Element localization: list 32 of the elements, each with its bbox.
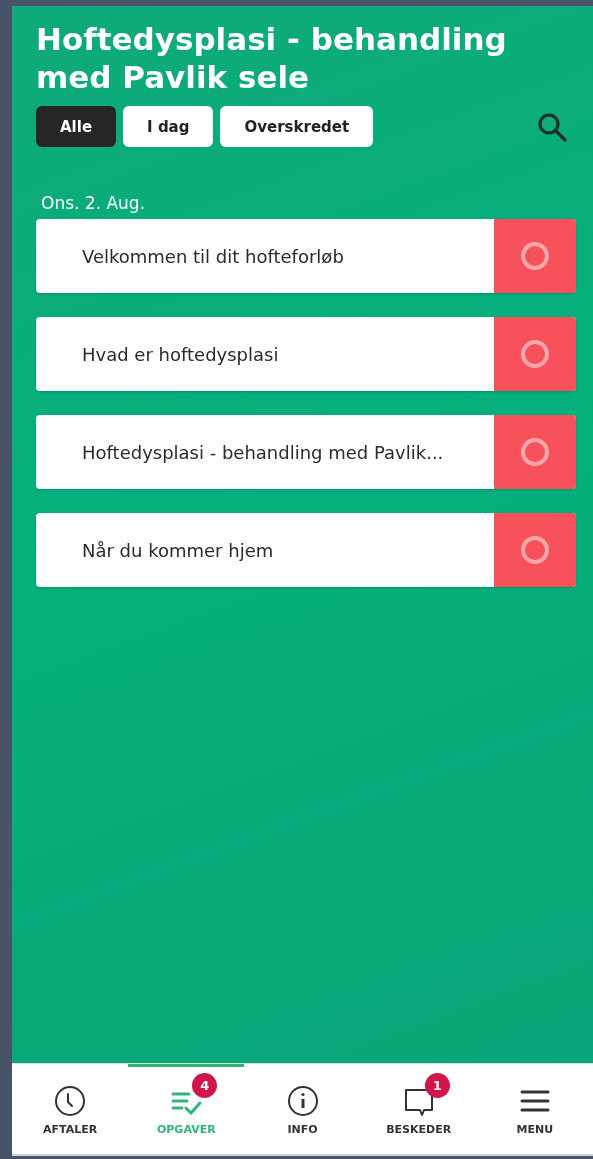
circle-icon <box>519 338 551 370</box>
circle-icon <box>519 534 551 566</box>
filter-tab[interactable]: Overskredet <box>220 106 374 147</box>
nav-tab[interactable]: MENU <box>476 1064 593 1154</box>
task-status[interactable] <box>494 415 576 489</box>
search-icon <box>536 110 568 143</box>
task-card[interactable]: Hvad er hoftedysplasi <box>36 317 576 391</box>
task-card[interactable]: Når du kommer hjem <box>36 513 576 587</box>
nav-tab[interactable]: 1 BESKEDER <box>360 1064 477 1154</box>
date-heading: Ons. 2. Aug. <box>41 193 147 213</box>
count-badge: 4 <box>192 1073 218 1098</box>
filter-tab[interactable]: I dag <box>123 106 214 147</box>
task-title: Velkommen til dit hofteforløb <box>81 245 345 267</box>
count-badge: 1 <box>424 1073 450 1098</box>
nav-tab[interactable]: AFTALER <box>12 1064 129 1154</box>
circle-icon <box>519 240 551 272</box>
info-icon <box>286 1085 319 1117</box>
search-button[interactable] <box>536 110 568 143</box>
clock-icon <box>54 1085 87 1117</box>
task-status[interactable] <box>494 317 576 391</box>
task-title: Hvad er hoftedysplasi <box>81 343 280 365</box>
circle-icon <box>519 436 551 468</box>
task-status[interactable] <box>494 513 576 587</box>
task-title: Når du kommer hjem <box>81 539 275 561</box>
task-card[interactable]: Hoftedysplasi - behandling med Pavlik... <box>36 415 576 489</box>
nav-tab[interactable]: 4 OPGAVER <box>128 1064 245 1154</box>
nav-tab[interactable]: INFO <box>244 1064 361 1154</box>
task-status[interactable] <box>494 219 576 293</box>
filter-tab[interactable]: Alle <box>36 106 117 147</box>
task-title: Hoftedysplasi - behandling med Pavlik... <box>81 441 445 463</box>
task-card[interactable]: Velkommen til dit hofteforløb <box>36 219 576 293</box>
page-title: Hoftedysplasi - behandling med Pavlik sele <box>36 20 508 96</box>
